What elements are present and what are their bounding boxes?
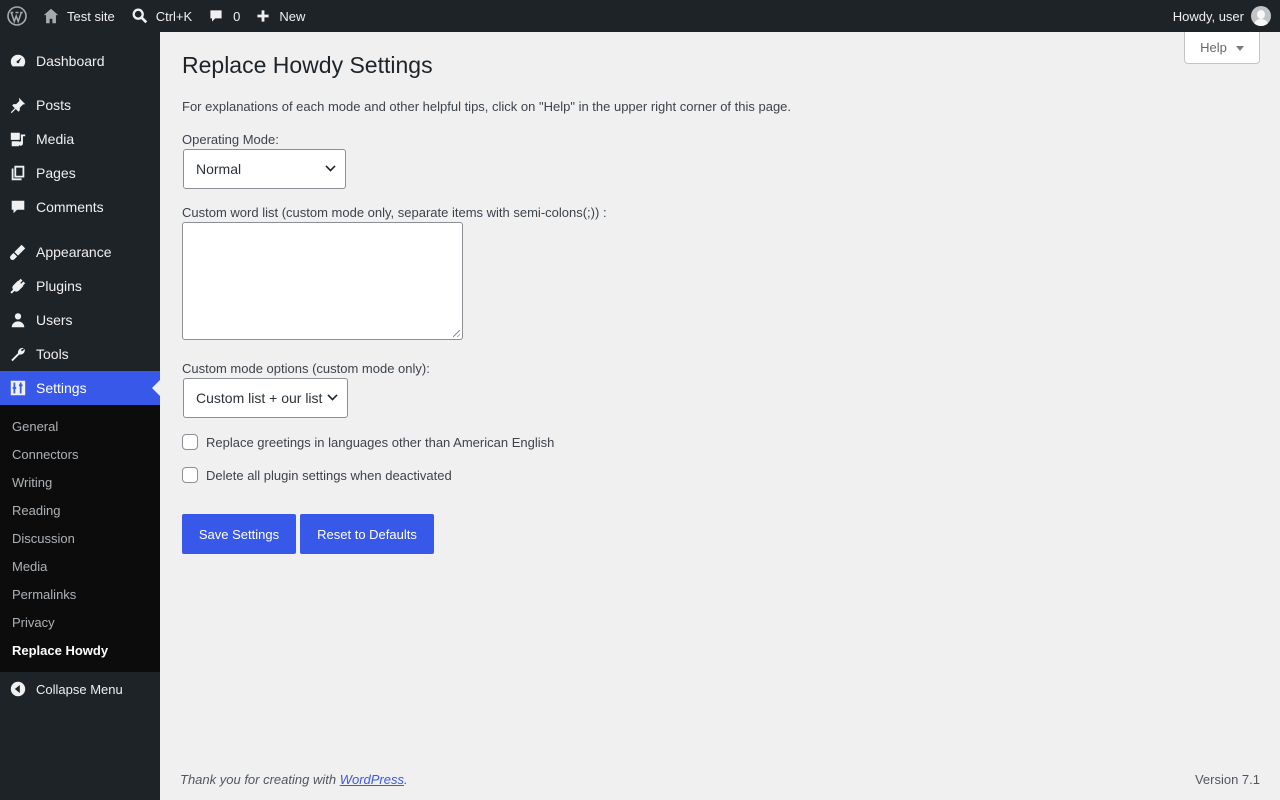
menu-label: Pages [36, 165, 76, 181]
main-content: Help Replace Howdy Settings For explanat… [160, 32, 1280, 800]
pages-icon [0, 164, 36, 182]
comment-icon [0, 198, 36, 216]
media-icon [0, 130, 36, 148]
custom-mode-options-select[interactable]: Custom list + our list [183, 378, 348, 418]
reset-defaults-button[interactable]: Reset to Defaults [300, 514, 434, 554]
submenu-item-privacy[interactable]: Privacy [0, 608, 160, 636]
brush-icon [0, 243, 36, 261]
chevron-down-icon [327, 390, 338, 401]
operating-mode-value: Normal [196, 161, 242, 177]
wrench-icon [0, 345, 36, 363]
menu-item-users[interactable]: Users [0, 303, 160, 337]
page-title: Replace Howdy Settings [182, 52, 433, 78]
pin-icon [0, 96, 36, 114]
comments-count: 0 [233, 8, 241, 24]
menu-label: Comments [36, 199, 104, 215]
menu-item-plugins[interactable]: Plugins [0, 269, 160, 303]
menu-item-pages[interactable]: Pages [0, 156, 160, 190]
wordpress-link[interactable]: WordPress [340, 772, 404, 787]
languages-checkbox-row[interactable]: Replace greetings in languages other tha… [182, 434, 554, 450]
menu-label: Users [36, 312, 73, 328]
menu-item-dashboard[interactable]: Dashboard [0, 44, 160, 78]
new-content-link[interactable]: New [248, 0, 313, 32]
wordpress-logo-icon[interactable] [0, 0, 34, 32]
submenu-item-general[interactable]: General [0, 412, 160, 440]
home-icon [43, 8, 59, 24]
menu-item-media[interactable]: Media [0, 122, 160, 156]
site-link[interactable]: Test site [34, 0, 123, 32]
site-name: Test site [67, 8, 115, 24]
menu-item-posts[interactable]: Posts [0, 88, 160, 122]
account-menu[interactable]: Howdy, user [1173, 0, 1271, 32]
languages-checkbox-label[interactable]: Replace greetings in languages other tha… [206, 435, 554, 450]
search-icon [132, 8, 147, 24]
custom-mode-options-value: Custom list + our list [196, 390, 323, 406]
menu-item-comments[interactable]: Comments [0, 190, 160, 224]
menu-item-appearance[interactable]: Appearance [0, 235, 160, 269]
save-settings-button[interactable]: Save Settings [182, 514, 296, 554]
submenu-item-discussion[interactable]: Discussion [0, 524, 160, 552]
admin-sidebar: Dashboard Posts Media Pages Comments App… [0, 32, 160, 800]
help-button[interactable]: Help [1184, 32, 1260, 64]
user-icon [0, 311, 36, 329]
submenu-item-connectors[interactable]: Connectors [0, 440, 160, 468]
intro-text: For explanations of each mode and other … [182, 99, 792, 114]
submenu-item-writing[interactable]: Writing [0, 468, 160, 496]
collapse-arrow-icon [0, 680, 36, 698]
avatar [1251, 6, 1271, 26]
submenu-item-replace-howdy[interactable]: Replace Howdy [0, 636, 160, 664]
custom-mode-options-label: Custom mode options (custom mode only): [182, 361, 430, 376]
menu-label: Appearance [36, 244, 112, 260]
collapse-label: Collapse Menu [36, 681, 123, 697]
operating-mode-label: Operating Mode: [182, 132, 279, 147]
footer-thanks-suffix: . [404, 772, 408, 787]
menu-label: Media [36, 131, 75, 147]
delete-settings-checkbox-row[interactable]: Delete all plugin settings when deactiva… [182, 467, 452, 483]
comments-link[interactable]: 0 [200, 0, 248, 32]
custom-word-list-textarea[interactable] [182, 222, 463, 340]
new-label: New [279, 8, 306, 24]
menu-label: Plugins [36, 278, 82, 294]
footer-version: Version 7.1 [1194, 772, 1260, 787]
menu-label: Tools [36, 346, 69, 362]
menu-item-tools[interactable]: Tools [0, 337, 160, 371]
menu-label: Settings [36, 380, 87, 396]
delete-settings-checkbox[interactable] [182, 467, 198, 483]
howdy-text: Howdy, user [1172, 8, 1244, 24]
caret-down-icon [1235, 46, 1244, 51]
operating-mode-select[interactable]: Normal [183, 149, 346, 189]
settings-icon [0, 379, 36, 397]
custom-word-list-label: Custom word list (custom mode only, sepa… [182, 205, 607, 220]
footer-thanks: Thank you for creating with WordPress. [180, 772, 408, 787]
resize-handle-icon[interactable] [453, 330, 460, 337]
submenu-item-permalinks[interactable]: Permalinks [0, 580, 160, 608]
submenu-item-media[interactable]: Media [0, 552, 160, 580]
help-label: Help [1200, 40, 1227, 55]
comment-icon [210, 10, 222, 22]
submenu-item-reading[interactable]: Reading [0, 496, 160, 524]
languages-checkbox[interactable] [182, 434, 198, 450]
dashboard-icon [0, 52, 36, 70]
footer-thanks-text: Thank you for creating with [180, 772, 340, 787]
menu-label: Dashboard [36, 53, 105, 69]
menu-label: Posts [36, 97, 72, 113]
admin-bar: Test site Ctrl+K 0 New Howdy, user [0, 0, 1280, 32]
search-command[interactable]: Ctrl+K [123, 0, 200, 32]
plug-icon [0, 277, 36, 295]
search-shortcut: Ctrl+K [155, 8, 193, 24]
delete-settings-checkbox-label[interactable]: Delete all plugin settings when deactiva… [206, 468, 452, 483]
collapse-menu-button[interactable]: Collapse Menu [0, 672, 160, 706]
settings-submenu: General Connectors Writing Reading Discu… [0, 405, 160, 672]
menu-item-settings[interactable]: Settings [0, 371, 160, 405]
chevron-down-icon [325, 161, 336, 172]
plus-icon [257, 10, 270, 22]
